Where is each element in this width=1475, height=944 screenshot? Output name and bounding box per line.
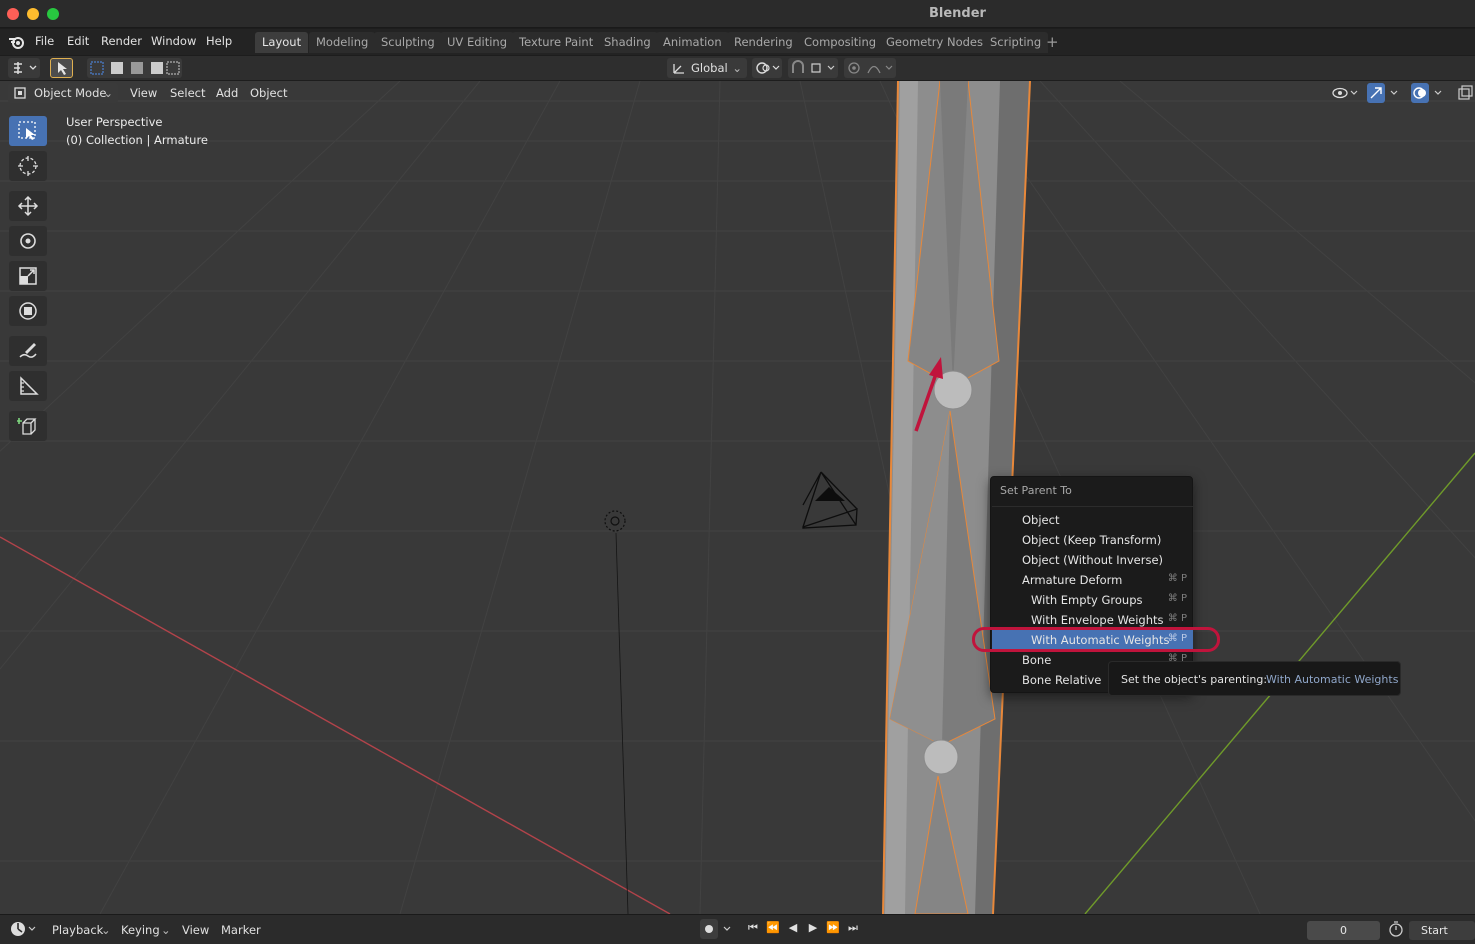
- tooltip-text: Set the object's parenting:: [1121, 673, 1268, 686]
- viewport-menu-view[interactable]: View: [130, 86, 157, 100]
- viewport-header: Object Mode ⌄ View Select Add Object: [0, 81, 1475, 105]
- tab-scripting[interactable]: Scripting: [983, 32, 1049, 53]
- cursor-tool[interactable]: [9, 151, 47, 181]
- viewport-menu-select[interactable]: Select: [170, 86, 205, 100]
- top-menubar: File Edit Render Window Help Layout Mode…: [0, 29, 1475, 55]
- viewport-menu-object[interactable]: Object: [250, 86, 287, 100]
- timeline-menu-playback[interactable]: Playback: [52, 923, 103, 937]
- timeline-menu-marker[interactable]: Marker: [221, 923, 261, 937]
- overlays-toggle[interactable]: [1411, 83, 1447, 103]
- menu-item-object[interactable]: Object: [992, 510, 1193, 530]
- annotate-tool[interactable]: [9, 336, 47, 366]
- play-icon[interactable]: ▶: [805, 921, 821, 939]
- start-frame-field[interactable]: Start: [1409, 921, 1475, 940]
- scale-tool[interactable]: [9, 261, 47, 291]
- orientation-label: Global: [691, 61, 728, 75]
- menu-item-object-keep-transform[interactable]: Object (Keep Transform): [992, 530, 1193, 550]
- tab-shading[interactable]: Shading: [597, 32, 658, 53]
- menu-item-object-without-inverse[interactable]: Object (Without Inverse): [992, 550, 1193, 570]
- stopwatch-icon[interactable]: [1387, 919, 1405, 939]
- menu-file[interactable]: File: [35, 34, 54, 48]
- viewport-scene: [0, 81, 1475, 914]
- pivot-point-dropdown[interactable]: [752, 58, 782, 78]
- auto-keying-toggle[interactable]: [700, 919, 736, 939]
- jump-to-previous-keyframe-icon[interactable]: ⏪: [765, 921, 781, 939]
- interaction-mode-dropdown[interactable]: Object Mode ⌄: [8, 83, 118, 103]
- gizmo-toggle[interactable]: [1367, 83, 1403, 103]
- tooltip: Set the object's parenting: With Automat…: [1108, 661, 1401, 696]
- collection-label: (0) Collection | Armature: [66, 133, 209, 147]
- menu-divider: [992, 506, 1193, 507]
- shortcut-label: ⌘ P: [1167, 573, 1187, 584]
- play-reverse-icon[interactable]: ◀: [785, 921, 801, 939]
- window-title: Blender: [929, 6, 986, 21]
- tab-modeling[interactable]: Modeling: [309, 32, 376, 53]
- rotate-tool[interactable]: [9, 226, 47, 256]
- snapping-controls[interactable]: [788, 58, 838, 78]
- menu-edit[interactable]: Edit: [67, 34, 89, 48]
- tab-uv-editing[interactable]: UV Editing: [440, 32, 514, 53]
- tab-texture-paint[interactable]: Texture Paint: [512, 32, 601, 53]
- tab-rendering[interactable]: Rendering: [727, 32, 800, 53]
- start-frame-label: Start: [1421, 924, 1448, 937]
- measure-tool[interactable]: [9, 371, 47, 401]
- selection-mode-buttons[interactable]: [87, 58, 182, 78]
- tool-header: Global ⌄: [0, 56, 1475, 80]
- mode-label: Object Mode: [34, 86, 107, 100]
- tab-geometry-nodes[interactable]: Geometry Nodes: [879, 32, 991, 53]
- viewport-menu-add[interactable]: Add: [216, 86, 238, 100]
- perspective-label: User Perspective: [66, 115, 163, 129]
- shortcut-label: ⌘ P: [1167, 613, 1187, 624]
- select-tool-icon[interactable]: [50, 58, 73, 78]
- jump-to-start-icon[interactable]: ⏮: [745, 921, 761, 939]
- menu-render[interactable]: Render: [101, 34, 142, 48]
- tab-animation[interactable]: Animation: [656, 32, 729, 53]
- menu-help[interactable]: Help: [206, 34, 232, 48]
- proportional-editing-controls[interactable]: [844, 58, 896, 78]
- menu-window[interactable]: Window: [151, 34, 196, 48]
- xray-toggle[interactable]: [1456, 83, 1474, 103]
- tab-compositing[interactable]: Compositing: [797, 32, 884, 53]
- timeline-editor-type-dropdown[interactable]: [8, 919, 38, 939]
- jump-to-end-icon[interactable]: ⏭: [845, 921, 861, 939]
- chevron-down-icon: ⌄: [103, 86, 113, 100]
- visibility-dropdown[interactable]: [1330, 83, 1360, 103]
- tooltip-value: With Automatic Weights: [1266, 673, 1399, 686]
- chevron-down-icon: ⌄: [161, 923, 171, 937]
- chevron-down-icon: ⌄: [101, 923, 111, 937]
- add-workspace-button[interactable]: +: [1046, 33, 1059, 51]
- 3d-viewport[interactable]: Object Mode ⌄ View Select Add Object Use…: [0, 81, 1475, 914]
- select-box-tool[interactable]: [9, 116, 47, 146]
- annotation-highlight-ring: [972, 627, 1220, 652]
- window-titlebar: Blender: [0, 0, 1475, 28]
- jump-to-next-keyframe-icon[interactable]: ⏩: [825, 921, 841, 939]
- transform-orientation-dropdown[interactable]: Global ⌄: [667, 58, 747, 78]
- menu-item-armature-deform[interactable]: Armature Deform ⌘ P: [992, 570, 1193, 590]
- tab-layout[interactable]: Layout: [255, 32, 309, 53]
- timeline-menu-keying[interactable]: Keying: [121, 923, 160, 937]
- menu-title: Set Parent To: [1000, 484, 1072, 497]
- timeline-header: Playback ⌄ Keying ⌄ View Marker ⏮ ⏪ ◀ ▶ …: [0, 914, 1475, 944]
- shortcut-label: ⌘ P: [1167, 593, 1187, 604]
- add-cube-tool[interactable]: [9, 411, 47, 441]
- chevron-down-icon: ⌄: [732, 61, 742, 75]
- move-tool[interactable]: [9, 191, 47, 221]
- transform-tool[interactable]: [9, 296, 47, 326]
- tab-sculpting[interactable]: Sculpting: [374, 32, 442, 53]
- editor-type-dropdown[interactable]: [8, 58, 40, 78]
- menu-item-with-empty-groups[interactable]: With Empty Groups ⌘ P: [992, 590, 1193, 610]
- blender-logo-icon[interactable]: [8, 34, 26, 50]
- current-frame-field[interactable]: 0: [1307, 921, 1380, 940]
- timeline-menu-view[interactable]: View: [182, 923, 209, 937]
